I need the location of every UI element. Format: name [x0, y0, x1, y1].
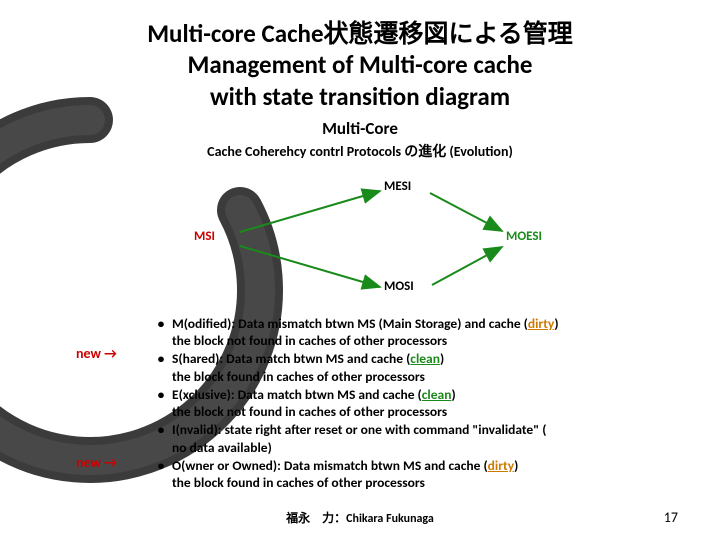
- state-definitions: new → new → •M(odified): Data mismatch b…: [150, 315, 690, 492]
- subtitle-evolution: Cache Coherehcy contrl Protocols の進化 (Ev…: [30, 141, 690, 161]
- node-msi: MSI: [194, 229, 215, 244]
- bullet-modified: M(odified): Data mismatch btwn MS (Main …: [172, 315, 690, 350]
- bullet-exclusive: E(xclusive): Data match btwn MS and cach…: [172, 386, 690, 421]
- node-mosi: MOSI: [384, 279, 414, 294]
- bullet-shared: S(hared): Data match btwn MS and cache (…: [172, 350, 690, 385]
- slide-title: Multi-core Cache状態遷移図による管理 Management of…: [30, 18, 690, 112]
- new-marker-1: new →: [76, 345, 117, 363]
- bullet-invalid: I(nvalid): state right after reset or on…: [172, 421, 690, 456]
- subtitle-main: Multi-Core: [30, 118, 690, 139]
- new-marker-2: new →: [76, 454, 117, 472]
- node-moesi: MOESI: [506, 229, 542, 244]
- node-mesi: MESI: [384, 179, 411, 194]
- protocol-diagram: MSI MESI MOSI MOESI: [150, 169, 570, 309]
- author-credit: 福永 力：Chikara Fukunaga: [0, 509, 720, 526]
- page-number: 17: [664, 509, 678, 526]
- bullet-owned: O(wner or Owned): Data mismatch btwn MS …: [172, 457, 690, 492]
